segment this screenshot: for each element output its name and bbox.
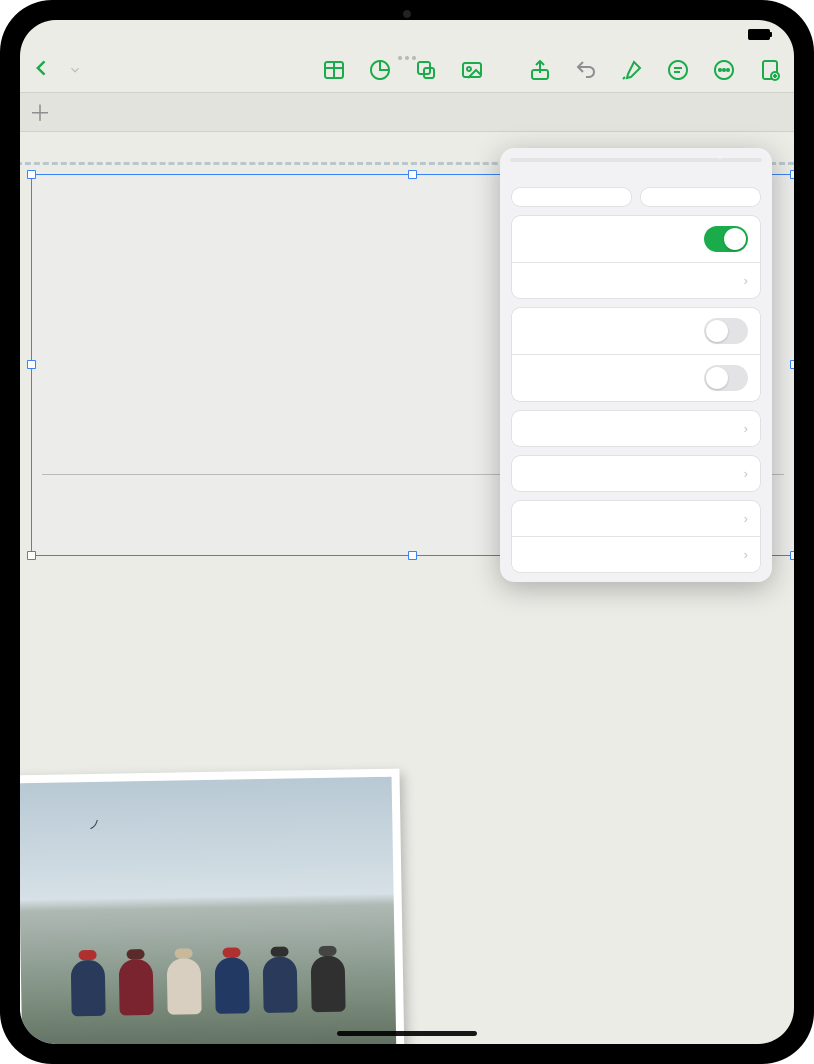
home-indicator[interactable] <box>337 1031 477 1036</box>
sheet-tabs: ＋ <box>20 92 794 132</box>
edit-references-button[interactable] <box>641 188 760 206</box>
resize-handle[interactable] <box>790 360 794 369</box>
format-popover: › › › <box>500 148 772 582</box>
chevron-right-icon: › <box>744 511 748 526</box>
resize-handle[interactable] <box>790 551 794 560</box>
style-row[interactable]: › <box>512 262 760 298</box>
chart-style-thumbnails <box>500 172 772 188</box>
resize-handle[interactable] <box>27 170 36 179</box>
chevron-right-icon: › <box>744 421 748 436</box>
collaborate-icon[interactable] <box>758 58 782 82</box>
title-switch[interactable] <box>704 226 748 252</box>
insert-media-icon[interactable] <box>460 58 484 82</box>
resize-handle[interactable] <box>27 551 36 560</box>
photo-object[interactable]: ノ <box>20 769 405 1044</box>
chevron-right-icon: › <box>744 466 748 481</box>
resize-handle[interactable] <box>408 170 417 179</box>
error-bars-row[interactable]: › <box>512 536 760 572</box>
popover-tabs[interactable] <box>510 158 762 162</box>
status-bar <box>20 20 794 48</box>
legend-switch[interactable] <box>704 365 748 391</box>
share-icon[interactable] <box>528 58 552 82</box>
bird-icon: ノ <box>88 816 100 833</box>
insert-table-icon[interactable] <box>322 58 346 82</box>
graph-type-row[interactable]: › <box>512 411 760 446</box>
resize-handle[interactable] <box>790 170 794 179</box>
resize-handle[interactable] <box>27 360 36 369</box>
format-brush-icon[interactable] <box>620 58 644 82</box>
comment-icon[interactable] <box>666 58 690 82</box>
chevron-right-icon: › <box>744 273 748 288</box>
insert-chart-icon[interactable] <box>368 58 392 82</box>
doc-menu-chevron-icon[interactable] <box>68 63 82 77</box>
caption-switch[interactable] <box>704 318 748 344</box>
chevron-right-icon: › <box>744 547 748 562</box>
schedule-section <box>434 782 780 790</box>
more-icon[interactable] <box>712 58 736 82</box>
back-button[interactable] <box>32 58 52 83</box>
battery-icon <box>748 29 770 40</box>
trendlines-row[interactable]: › <box>512 501 760 536</box>
undo-icon[interactable] <box>574 58 598 82</box>
legend-toggle-row[interactable] <box>512 354 760 401</box>
edit-series-button[interactable] <box>512 188 631 206</box>
add-reference-line-row[interactable]: › <box>512 456 760 491</box>
title-toggle-row[interactable] <box>512 216 760 262</box>
add-sheet-button[interactable]: ＋ <box>20 93 60 131</box>
app-toolbar <box>20 48 794 92</box>
resize-handle[interactable] <box>408 551 417 560</box>
caption-toggle-row[interactable] <box>512 308 760 354</box>
insert-shape-icon[interactable] <box>414 58 438 82</box>
